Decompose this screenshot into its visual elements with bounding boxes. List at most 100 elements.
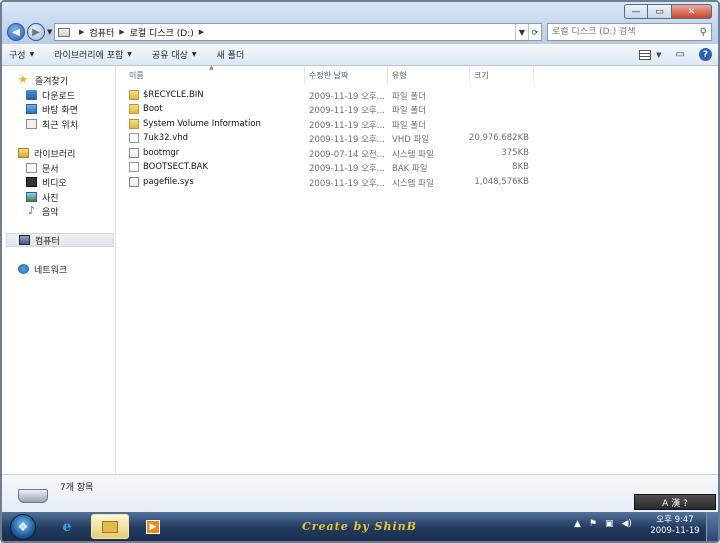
clock[interactable]: 오후 9:47 2009-11-19	[650, 515, 700, 537]
show-hidden-icons-icon[interactable]: ▲	[574, 519, 581, 529]
address-bar-actions: ▼ ⟳	[515, 24, 541, 40]
file-size: 20,976,682KB	[468, 133, 529, 143]
organize-menu[interactable]: 구성 ▼	[9, 48, 34, 61]
file-icon	[129, 133, 139, 143]
column-headers: ▲ 이름 수정한 날짜 유형 크기	[117, 64, 537, 84]
action-center-flag-icon[interactable]: ⚑	[589, 519, 597, 529]
refresh-icon[interactable]: ⟳	[528, 24, 541, 40]
column-divider[interactable]	[387, 66, 388, 84]
nav-item-label: 문서	[42, 164, 59, 175]
search-input[interactable]	[552, 27, 692, 37]
column-name[interactable]: 이름	[129, 70, 144, 81]
maximize-button[interactable]: ▭	[648, 4, 672, 19]
file-type: 파일 폴더	[392, 106, 426, 116]
file-name: $RECYCLE.BIN	[143, 90, 204, 100]
file-date: 2009-11-19 오후...	[309, 92, 385, 102]
file-icon	[129, 162, 139, 172]
downloads-icon	[26, 90, 37, 100]
nav-item-label: 음악	[42, 207, 59, 218]
preview-pane-icon[interactable]: ▭	[676, 49, 685, 60]
nav-libraries[interactable]: 라이브러리	[18, 146, 114, 160]
chevron-right-icon[interactable]: ▶	[79, 28, 84, 36]
nav-item-music[interactable]: ♪ 음악	[26, 204, 114, 218]
nav-network[interactable]: 네트워크	[18, 262, 114, 276]
address-bar[interactable]: ▶ 컴퓨터 ▶ 로컬 디스크 (D:) ▶ ▼ ⟳	[54, 23, 542, 41]
window-controls: — ▭ ✕	[624, 4, 712, 19]
breadcrumb-local-disk[interactable]: 로컬 디스크 (D:)	[130, 26, 194, 39]
file-type: 파일 폴더	[392, 121, 426, 131]
chevron-right-icon[interactable]: ▶	[119, 28, 124, 36]
nav-computer[interactable]: 컴퓨터	[6, 233, 114, 247]
search-icon[interactable]: ⚲	[700, 27, 707, 38]
column-divider[interactable]	[533, 66, 534, 84]
column-divider[interactable]	[304, 66, 305, 84]
new-folder-button[interactable]: 새 폴더	[217, 48, 245, 61]
navigation-pane: ★ 즐겨찾기 다운로드 바탕 화면 최근 위치 라이브러리 문서 비디오 사진 …	[2, 66, 116, 474]
nav-item-documents[interactable]: 문서	[26, 161, 114, 175]
file-size: 8KB	[512, 162, 529, 172]
folder-icon	[129, 90, 139, 100]
help-icon[interactable]: ?	[699, 48, 712, 61]
system-tray: ▲ ⚑ ▣ ◀)	[574, 519, 640, 529]
nav-item-recent-places[interactable]: 최근 위치	[26, 117, 114, 131]
details-pane: 7개 항목	[2, 474, 718, 512]
file-row[interactable]: 7uk32.vhd 2009-11-19 오후... VHD 파일 20,976…	[117, 131, 547, 145]
drive-icon	[58, 27, 70, 37]
column-divider[interactable]	[469, 66, 470, 84]
nav-favorites[interactable]: ★ 즐겨찾기	[18, 73, 114, 87]
file-row[interactable]: bootmgr 2009-07-14 오전... 시스템 파일 375KB	[117, 146, 547, 160]
include-in-library-menu[interactable]: 라이브러리에 포함 ▼	[54, 48, 132, 61]
view-controls: ▼ ▭ ?	[625, 48, 718, 61]
minimize-button[interactable]: —	[624, 4, 648, 19]
view-options-icon[interactable]	[639, 49, 652, 60]
nav-item-desktop[interactable]: 바탕 화면	[26, 102, 114, 116]
include-in-library-label: 라이브러리에 포함	[54, 51, 124, 61]
recent-pages-dropdown-icon[interactable]: ▼	[47, 28, 52, 36]
file-row[interactable]: BOOTSECT.BAK 2009-11-19 오후... BAK 파일 8KB	[117, 160, 547, 174]
windows-explorer-taskbar-button[interactable]	[91, 514, 129, 539]
file-size: 1,048,576KB	[474, 177, 529, 187]
file-date: 2009-07-14 오전...	[309, 150, 385, 160]
close-button[interactable]: ✕	[672, 4, 712, 19]
nav-item-pictures[interactable]: 사진	[26, 190, 114, 204]
item-count: 7개 항목	[60, 483, 94, 493]
forward-button[interactable]: ▶	[27, 23, 45, 41]
internet-explorer-taskbar-button[interactable]: e	[48, 514, 86, 539]
nav-item-videos[interactable]: 비디오	[26, 175, 114, 189]
forward-arrow-icon: ▶	[32, 26, 40, 38]
file-type: BAK 파일	[392, 164, 428, 174]
column-type[interactable]: 유형	[392, 70, 407, 81]
show-desktop-button[interactable]	[706, 512, 718, 541]
windows-logo-icon: ❖	[17, 520, 29, 534]
file-row[interactable]: $RECYCLE.BIN 2009-11-19 오후... 파일 폴더	[117, 88, 547, 102]
file-row[interactable]: Boot 2009-11-19 오후... 파일 폴더	[117, 102, 547, 116]
column-date[interactable]: 수정한 날짜	[309, 70, 348, 81]
column-size[interactable]: 크기	[474, 70, 489, 81]
file-name: pagefile.sys	[143, 177, 194, 187]
nav-item-downloads[interactable]: 다운로드	[26, 88, 114, 102]
share-with-label: 공유 대상	[151, 51, 188, 61]
network-icon	[18, 264, 29, 274]
caret-down-icon: ▼	[127, 51, 132, 58]
breadcrumb-computer[interactable]: 컴퓨터	[89, 26, 114, 39]
back-button[interactable]: ◀	[7, 23, 25, 41]
search-box[interactable]: ⚲	[547, 23, 712, 41]
file-row[interactable]: System Volume Information 2009-11-19 오후.…	[117, 117, 547, 131]
locked-folder-icon	[129, 119, 139, 129]
clock-time: 오후 9:47	[656, 515, 694, 525]
back-arrow-icon: ◀	[12, 26, 20, 38]
language-bar[interactable]: A 漢 ?	[634, 494, 716, 510]
address-dropdown-icon[interactable]: ▼	[515, 24, 528, 40]
network-status-icon[interactable]: ▣	[605, 519, 614, 529]
media-player-taskbar-button[interactable]: ▶	[134, 514, 172, 539]
folder-icon	[129, 104, 139, 114]
file-date: 2009-11-19 오후...	[309, 121, 385, 131]
volume-icon[interactable]: ◀)	[622, 519, 632, 529]
share-with-menu[interactable]: 공유 대상 ▼	[152, 48, 197, 61]
view-dropdown-icon[interactable]: ▼	[656, 51, 661, 59]
system-file-icon	[129, 177, 139, 187]
start-button[interactable]: ❖	[10, 514, 36, 540]
chevron-right-icon[interactable]: ▶	[199, 28, 204, 36]
watermark-text: Create by ShinB	[302, 520, 417, 533]
file-row[interactable]: pagefile.sys 2009-11-19 오후... 시스템 파일 1,0…	[117, 175, 547, 189]
